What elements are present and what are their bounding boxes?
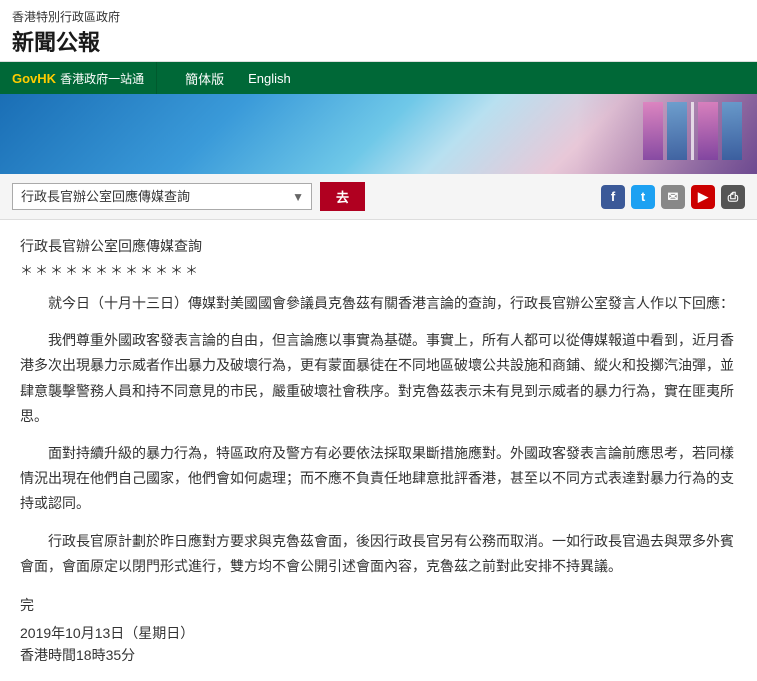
article-paragraph-1: 就今日（十月十三日）傳媒對美國國會參議員克魯茲有關香港言論的查詢，行政長官辦公室… xyxy=(20,291,737,316)
banner-divider xyxy=(691,102,694,160)
dept-select[interactable]: 行政長官辦公室回應傳媒查詢 xyxy=(12,183,312,210)
article-paragraph-4: 行政長官原計劃於昨日應對方要求與克魯茲會面，後因行政長官另有公務而取消。一如行政… xyxy=(20,529,737,579)
nav-bar: GovHK 香港政府一站通 簡体版 English xyxy=(0,62,757,94)
article-paragraph-3: 面對持續升級的暴力行為，特區政府及警方有必要依法採取果斷措施應對。外國政客發表言… xyxy=(20,441,737,517)
banner-stripe-2 xyxy=(667,102,687,160)
nav-links: 簡体版 English xyxy=(157,62,303,94)
banner-decoration xyxy=(643,102,742,160)
gov-subtitle: 香港特別行政區政府 xyxy=(12,8,745,25)
nav-link-simplified[interactable]: 簡体版 xyxy=(173,62,236,94)
twitter-icon[interactable]: t xyxy=(631,185,655,209)
article-time: 香港時間18時35分 xyxy=(20,645,737,665)
gov-title: 新聞公報 xyxy=(12,25,745,57)
article-paragraph-2: 我們尊重外國政客發表言論的自由，但言論應以事實為基礎。事實上，所有人都可以從傳媒… xyxy=(20,328,737,429)
banner-image xyxy=(0,94,757,174)
govhk-nav-item[interactable]: GovHK 香港政府一站通 xyxy=(0,62,157,94)
article-end-mark: 完 xyxy=(20,595,737,615)
nav-link-english[interactable]: English xyxy=(236,62,303,94)
banner-stripe-1 xyxy=(643,102,663,160)
banner-stripe-4 xyxy=(722,102,742,160)
print-icon[interactable]: ⎙ xyxy=(721,185,745,209)
page-header: 香港特別行政區政府 新聞公報 xyxy=(0,0,757,62)
divider-stars: ＊＊＊＊＊＊＊＊＊＊＊＊ xyxy=(20,260,737,279)
facebook-icon[interactable]: f xyxy=(601,185,625,209)
content-area: 行政長官辦公室回應傳媒查詢 ＊＊＊＊＊＊＊＊＊＊＊＊ 就今日（十月十三日）傳媒對… xyxy=(0,220,757,681)
go-button[interactable]: 去 xyxy=(320,182,365,211)
article-section-title: 行政長官辦公室回應傳媒查詢 xyxy=(20,236,737,256)
article-footer: 完 2019年10月13日（星期日） 香港時間18時35分 xyxy=(20,595,737,665)
govhk-text: 香港政府一站通 xyxy=(60,70,144,87)
banner-stripe-3 xyxy=(698,102,718,160)
email-icon[interactable]: ✉ xyxy=(661,185,685,209)
youtube-icon[interactable]: ▶ xyxy=(691,185,715,209)
social-icons-group: f t ✉ ▶ ⎙ xyxy=(601,185,745,209)
article-date: 2019年10月13日（星期日） xyxy=(20,623,737,643)
dept-dropdown-wrapper: 行政長官辦公室回應傳媒查詢 ▼ xyxy=(12,183,312,210)
article-body: 就今日（十月十三日）傳媒對美國國會參議員克魯茲有關香港言論的查詢，行政長官辦公室… xyxy=(20,291,737,579)
toolbar: 行政長官辦公室回應傳媒查詢 ▼ 去 f t ✉ ▶ ⎙ xyxy=(0,174,757,220)
govhk-label: GovHK xyxy=(12,71,56,86)
